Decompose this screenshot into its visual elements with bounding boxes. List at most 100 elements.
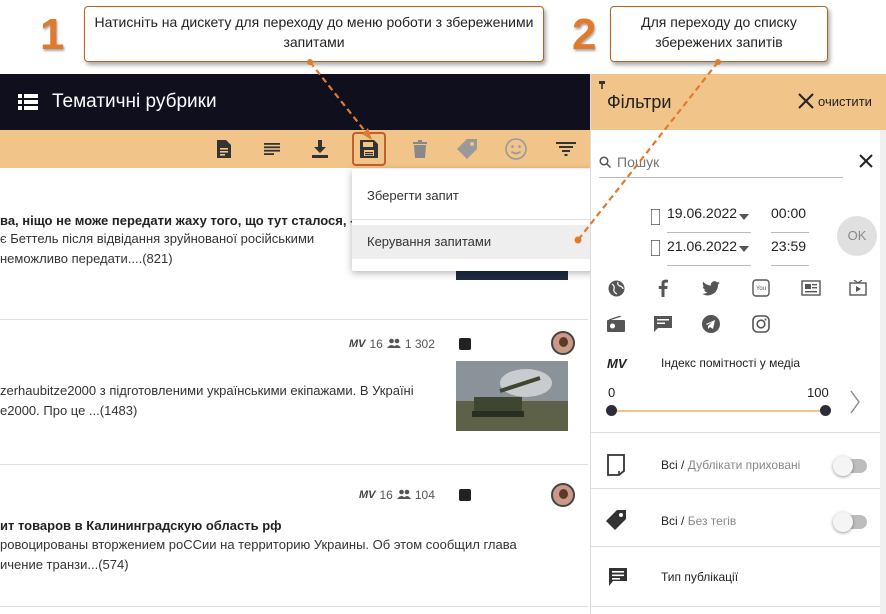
comment-icon[interactable] — [653, 314, 673, 334]
news-3-audience: 104 — [414, 488, 435, 502]
news-2-audience: 1 302 — [404, 337, 435, 351]
filter-panel: Фільтри очистити 19.06.2022 00:00 21.06.… — [590, 74, 886, 614]
duplicates-toggle[interactable] — [833, 456, 867, 476]
news-3-title[interactable]: ит товаров в Калининградскую область рф — [0, 518, 282, 533]
time-from-value: 00:00 — [771, 205, 807, 221]
range-slider-min-handle[interactable] — [606, 405, 617, 416]
text-lines-icon[interactable] — [261, 138, 283, 160]
news-3-mv-label: MV — [359, 489, 376, 501]
tv-play-icon[interactable] — [848, 278, 868, 298]
news-3-line2: ичение транзи...(574) — [0, 557, 129, 572]
date-to-field[interactable]: 21.06.2022 — [667, 238, 751, 266]
date-from-value: 19.06.2022 — [667, 205, 738, 221]
globe-icon[interactable] — [606, 278, 626, 298]
calendar-icon — [651, 240, 660, 256]
news-3-avatar[interactable] — [551, 483, 575, 507]
news-separator — [0, 606, 588, 607]
filter-panel-scrollbar[interactable] — [880, 130, 886, 614]
emoji-sentiment-icon[interactable] — [505, 138, 527, 160]
duplicates-all-label: Всі — [661, 458, 678, 472]
quote-search-icon[interactable] — [459, 489, 471, 501]
ok-button[interactable]: OK — [837, 216, 877, 256]
search-row — [599, 146, 843, 178]
audience-icon — [396, 488, 411, 502]
section-divider — [591, 488, 886, 489]
time-from-field[interactable]: 00:00 — [771, 205, 809, 233]
mv-label: MV — [607, 356, 627, 371]
duplicates-hint: Дублікати приховані — [687, 458, 801, 472]
news-2-thumbnail[interactable] — [456, 361, 568, 431]
news-2-line1: zerhaubitze2000 з підготовленими українс… — [0, 383, 414, 398]
section-divider — [591, 606, 886, 607]
section-divider — [591, 432, 886, 433]
list-menu-icon[interactable] — [18, 94, 38, 110]
twitter-icon[interactable] — [701, 278, 721, 298]
filter-title: Фільтри — [607, 92, 672, 112]
floppy-highlight-box — [352, 132, 386, 166]
duplicates-icon — [607, 454, 625, 476]
news-1-title[interactable]: ва, ніщо не може передати жаху того, що … — [0, 213, 354, 228]
chevron-down-icon[interactable] — [739, 246, 749, 252]
news-separator — [0, 319, 588, 320]
tags-hint: Без тегів — [687, 514, 737, 528]
tags-filter-label: Всі / Без тегів — [661, 514, 737, 528]
audience-icon — [386, 337, 401, 351]
date-to-value: 21.06.2022 — [667, 238, 738, 254]
tags-toggle[interactable] — [833, 512, 867, 532]
tags-all-label: Всі — [661, 514, 678, 528]
step-1-number: 1 — [40, 10, 65, 59]
step-2-number: 2 — [572, 10, 597, 59]
news-1-line1: є Беттель після відвідання зруйнованої р… — [0, 231, 315, 246]
download-icon[interactable] — [309, 138, 331, 160]
range-slider-max-handle[interactable] — [820, 405, 831, 416]
news-1-line2: неможливо передати....(821) — [0, 251, 173, 266]
media-index-label: Індекс помітності у медіа — [661, 356, 801, 370]
youtube-icon[interactable]: You — [751, 278, 771, 298]
tutorial-callout-area: 1 Натисніть на дискету для переходу до м… — [0, 0, 886, 74]
range-slider-track[interactable] — [611, 410, 825, 412]
quote-search-icon[interactable] — [459, 338, 471, 350]
news-3-line1: ровоцированы вторжением роССии на террит… — [0, 537, 517, 552]
range-max-label: 100 — [807, 385, 829, 400]
news-toolbar — [0, 130, 590, 168]
instagram-icon[interactable] — [751, 314, 771, 334]
calendar-icon — [651, 209, 660, 225]
pin-icon[interactable] — [599, 76, 605, 89]
chevron-down-icon[interactable] — [739, 214, 749, 220]
svg-text:You: You — [756, 286, 766, 292]
chevron-right-icon[interactable] — [850, 390, 860, 414]
search-input[interactable] — [617, 154, 817, 170]
publication-type-label[interactable]: Тип публікації — [661, 570, 738, 584]
facebook-icon[interactable] — [653, 278, 673, 298]
filter-lines-icon[interactable] — [555, 138, 577, 160]
close-icon — [798, 93, 814, 109]
document-icon[interactable] — [213, 138, 235, 160]
duplicates-filter-label: Всі / Дублікати приховані — [661, 458, 801, 472]
tag-icon[interactable] — [456, 138, 478, 160]
news-2-avatar[interactable] — [551, 331, 575, 355]
filter-header: Фільтри очистити — [591, 74, 886, 130]
newspaper-icon[interactable] — [801, 278, 821, 298]
news-2-mv-value: 16 — [369, 337, 383, 351]
news-2-meta: MV 16 1 302 — [349, 337, 435, 351]
radio-icon[interactable] — [606, 314, 626, 334]
step-1-callout: Натисніть на дискету для переходу до мен… — [84, 6, 544, 62]
search-icon — [599, 156, 611, 168]
time-to-field[interactable]: 23:59 — [771, 238, 809, 266]
telegram-icon[interactable] — [701, 314, 721, 334]
clear-search-icon[interactable] — [859, 154, 873, 168]
news-3-mv-value: 16 — [379, 488, 393, 502]
clear-filters-button[interactable]: очистити — [797, 92, 872, 110]
news-2-line2: e2000. Про це ...(1483) — [0, 403, 138, 418]
news-3-meta: MV 16 104 — [359, 488, 435, 502]
section-divider — [591, 546, 886, 547]
step-2-callout: Для переходу до списку збережених запиті… — [610, 6, 828, 62]
app-header: Тематичні рубрики — [0, 74, 590, 130]
publication-type-icon — [609, 568, 627, 586]
time-to-value: 23:59 — [771, 238, 807, 254]
range-min-label: 0 — [608, 385, 616, 400]
clear-filters-label: очистити — [818, 93, 872, 109]
delete-icon[interactable] — [409, 138, 431, 160]
news-2-mv-label: MV — [349, 338, 366, 350]
news-separator — [0, 464, 588, 465]
